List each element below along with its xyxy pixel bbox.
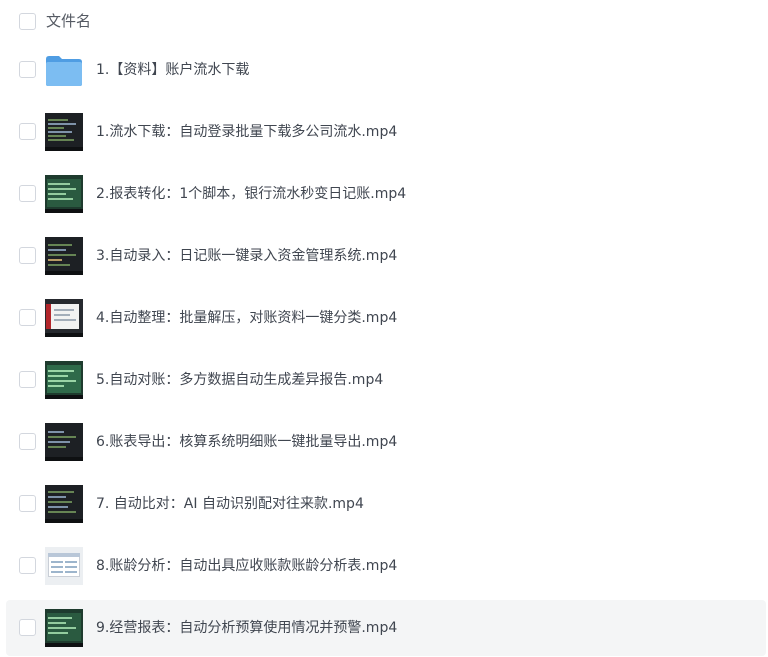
row-checkbox[interactable] — [19, 619, 36, 636]
video-thumbnail-icon — [45, 113, 83, 151]
row-checkbox[interactable] — [19, 247, 36, 264]
file-name[interactable]: 5.自动对账：多方数据自动生成差异报告.mp4 — [96, 370, 383, 390]
folder-icon — [45, 51, 83, 89]
file-row[interactable]: 1.流水下载：自动登录批量下载多公司流水.mp4 — [0, 104, 768, 160]
row-checkbox[interactable] — [19, 557, 36, 574]
file-list-header: 文件名 — [0, 0, 768, 44]
file-row[interactable]: 1.【资料】账户流水下载 — [0, 42, 768, 98]
video-thumbnail-icon — [45, 299, 83, 337]
video-thumbnail-icon — [45, 485, 83, 523]
file-row[interactable]: 9.经营报表：自动分析预算使用情况并预警.mp4 — [6, 600, 766, 656]
video-thumbnail-icon — [45, 175, 83, 213]
column-header-filename[interactable]: 文件名 — [46, 11, 91, 31]
select-all-checkbox[interactable] — [19, 13, 36, 30]
file-name[interactable]: 7. 自动比对：AI 自动识别配对往来款.mp4 — [96, 494, 364, 514]
file-row[interactable]: 5.自动对账：多方数据自动生成差异报告.mp4 — [0, 352, 768, 408]
file-row[interactable]: 4.自动整理：批量解压，对账资料一键分类.mp4 — [0, 290, 768, 346]
file-row[interactable]: 2.报表转化：1个脚本，银行流水秒变日记账.mp4 — [0, 166, 768, 222]
file-name[interactable]: 6.账表导出：核算系统明细账一键批量导出.mp4 — [96, 432, 397, 452]
file-name[interactable]: 9.经营报表：自动分析预算使用情况并预警.mp4 — [96, 618, 397, 638]
file-name[interactable]: 4.自动整理：批量解压，对账资料一键分类.mp4 — [96, 308, 397, 328]
row-checkbox[interactable] — [19, 495, 36, 512]
file-name[interactable]: 1.流水下载：自动登录批量下载多公司流水.mp4 — [96, 122, 397, 142]
file-name[interactable]: 3.自动录入：日记账一键录入资金管理系统.mp4 — [96, 246, 397, 266]
file-list: 文件名 1.【资料】账户流水下载 1.流水下载：自动登录批量下载多公司流水.mp… — [0, 0, 768, 657]
row-checkbox[interactable] — [19, 185, 36, 202]
row-checkbox[interactable] — [19, 309, 36, 326]
file-name[interactable]: 1.【资料】账户流水下载 — [96, 60, 249, 80]
file-name[interactable]: 8.账龄分析：自动出具应收账款账龄分析表.mp4 — [96, 556, 397, 576]
file-row[interactable]: 7. 自动比对：AI 自动识别配对往来款.mp4 — [0, 476, 768, 532]
row-checkbox[interactable] — [19, 61, 36, 78]
row-checkbox[interactable] — [19, 123, 36, 140]
video-thumbnail-icon — [45, 609, 83, 647]
file-row[interactable]: 6.账表导出：核算系统明细账一键批量导出.mp4 — [0, 414, 768, 470]
file-row[interactable]: 8.账龄分析：自动出具应收账款账龄分析表.mp4 — [0, 538, 768, 594]
row-checkbox[interactable] — [19, 371, 36, 388]
video-thumbnail-icon — [45, 361, 83, 399]
video-thumbnail-icon — [45, 237, 83, 275]
row-checkbox[interactable] — [19, 433, 36, 450]
file-name[interactable]: 2.报表转化：1个脚本，银行流水秒变日记账.mp4 — [96, 184, 406, 204]
video-thumbnail-icon — [45, 547, 83, 585]
file-row[interactable]: 3.自动录入：日记账一键录入资金管理系统.mp4 — [0, 228, 768, 284]
video-thumbnail-icon — [45, 423, 83, 461]
